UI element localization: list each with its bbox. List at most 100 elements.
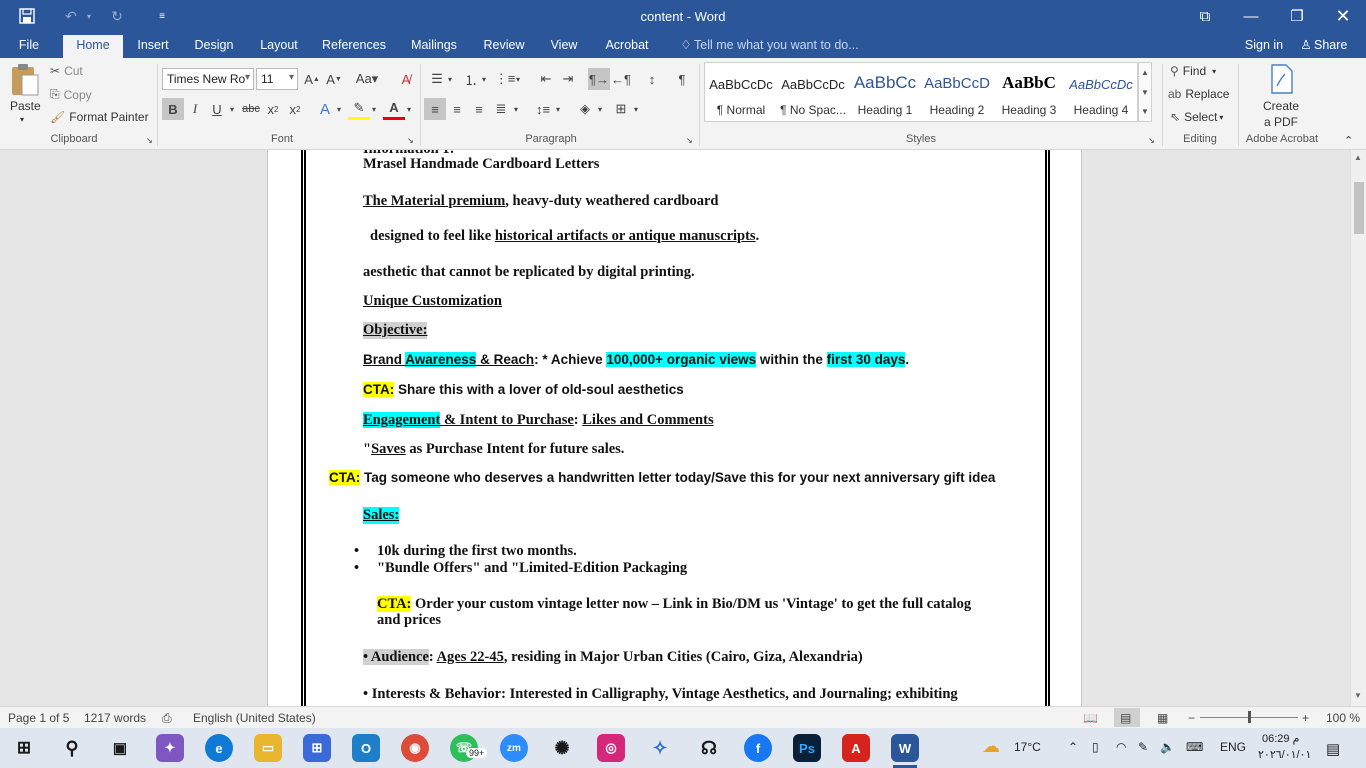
multilevel-dropdown-icon[interactable]: ▾ (512, 68, 524, 90)
scroll-down-icon[interactable]: ▼ (1354, 691, 1362, 700)
ribbon-display-options-icon[interactable]: ⧉ (1182, 0, 1228, 32)
web-layout-icon[interactable]: ▦ (1157, 711, 1168, 725)
speaker-icon[interactable]: 🔈 (1160, 740, 1175, 754)
start-icon[interactable]: ⊞ (10, 734, 38, 762)
acrobat-icon[interactable]: A (842, 734, 870, 762)
zoom-slider[interactable] (1200, 711, 1298, 723)
weather-icon[interactable]: ☁ (982, 736, 1000, 757)
find-button[interactable]: ⚲ Find ▾ (1170, 64, 1216, 78)
chatgpt-icon[interactable]: ✺ (548, 734, 576, 762)
keyboard-icon[interactable]: ⌨ (1186, 740, 1203, 754)
tab-home[interactable]: Home (63, 35, 123, 58)
tab-references[interactable]: References (318, 36, 390, 58)
tab-insert[interactable]: Insert (130, 36, 176, 58)
borders-dropdown-icon[interactable]: ▾ (630, 98, 642, 120)
tell-me-box[interactable]: Tell me what you want to do... (694, 36, 859, 58)
justify-dropdown-icon[interactable]: ▾ (510, 98, 522, 120)
paragraph-launcher-icon[interactable]: ↘ (686, 136, 693, 145)
align-center-icon[interactable]: ≡ (446, 98, 468, 120)
underline-icon[interactable]: U (206, 98, 228, 120)
facebook-icon[interactable]: f (744, 734, 772, 762)
zoom-slider-thumb[interactable] (1248, 711, 1251, 723)
highlight-dropdown-icon[interactable]: ▾ (368, 98, 380, 120)
paste-button[interactable]: Paste (10, 99, 41, 113)
font-name-combo[interactable]: Times New Ro (162, 68, 254, 90)
zoom-in-icon[interactable]: + (1302, 711, 1309, 725)
save-icon[interactable] (16, 0, 38, 32)
line-spacing-dropdown-icon[interactable]: ▾ (552, 98, 564, 120)
customize-qat-icon[interactable]: ≡ (154, 0, 170, 32)
tab-design[interactable]: Design (188, 36, 240, 58)
undo-dropdown-icon[interactable]: ▾ (84, 0, 94, 32)
create-pdf-label-1[interactable]: Create (1250, 99, 1312, 113)
input-language[interactable]: ENG (1220, 740, 1246, 754)
paste-icon[interactable] (8, 62, 42, 98)
styles-launcher-icon[interactable]: ↘ (1148, 136, 1155, 145)
sort-icon[interactable]: ↕ (641, 68, 663, 90)
word-icon[interactable]: W (891, 734, 919, 762)
text-effects-dropdown-icon[interactable]: ▾ (333, 98, 345, 120)
font-color-icon[interactable]: A (383, 98, 405, 120)
scroll-thumb[interactable] (1354, 182, 1364, 234)
tab-review[interactable]: Review (478, 36, 530, 58)
restore-button[interactable]: ❐ (1274, 0, 1320, 32)
format-painter-button[interactable]: 🖌 Format Painter (50, 110, 149, 124)
gemini-icon[interactable]: ✧ (646, 734, 674, 762)
style-heading-2[interactable]: AaBbCcD Heading 2 (921, 63, 993, 121)
clipboard-launcher-icon[interactable]: ↘ (146, 136, 153, 145)
align-right-icon[interactable]: ≡ (468, 98, 490, 120)
clear-formatting-icon[interactable]: A̸ (395, 68, 417, 90)
style-no-spacing[interactable]: AaBbCcDc ¶ No Spac... (777, 63, 849, 121)
styles-gallery-scroll[interactable]: ▲ ▼ ▼ (1138, 62, 1152, 122)
tab-file[interactable]: File (8, 36, 50, 58)
word-count[interactable]: 1217 words (84, 711, 146, 725)
minimize-button[interactable]: — (1228, 0, 1274, 32)
borders-icon[interactable]: ⊞ (610, 98, 632, 120)
notifications-icon[interactable]: ▤ (1326, 740, 1340, 758)
podcast-icon[interactable]: ☊ (695, 734, 723, 762)
sign-in-link[interactable]: Sign in (1240, 36, 1288, 58)
strikethrough-icon[interactable]: abc (240, 98, 262, 120)
paste-dropdown-icon[interactable]: ▾ (20, 115, 24, 124)
chrome-icon[interactable]: ◉ (401, 734, 429, 762)
outlook-icon[interactable]: O (352, 734, 380, 762)
tab-acrobat[interactable]: Acrobat (598, 36, 656, 58)
task-view-icon[interactable]: ▣ (106, 734, 134, 762)
store-icon[interactable]: ⊞ (303, 734, 331, 762)
rtl-text-icon[interactable]: ←¶ (610, 68, 632, 90)
share-button[interactable]: Share (1314, 36, 1354, 58)
tab-view[interactable]: View (544, 36, 584, 58)
close-button[interactable]: ✕ (1320, 0, 1366, 32)
change-case-icon[interactable]: Aa▾ (352, 68, 382, 90)
style-heading-3[interactable]: AaBbC Heading 3 (993, 63, 1065, 121)
ltr-text-icon[interactable]: ¶→ (588, 68, 610, 90)
read-mode-icon[interactable]: 📖 (1083, 711, 1098, 725)
show-formatting-marks-icon[interactable]: ¶ (671, 68, 693, 90)
cut-button[interactable]: ✂ Cut (50, 64, 83, 78)
document-page[interactable]: Information 1: Mrasel Handmade Cardboard… (267, 150, 1082, 706)
zoom-out-icon[interactable]: − (1188, 711, 1195, 725)
battery-icon[interactable]: ▯ (1092, 740, 1099, 754)
create-pdf-label-2[interactable]: a PDF (1250, 115, 1312, 129)
search-icon[interactable]: ⚲ (58, 734, 86, 762)
chevron-down-icon[interactable]: ▼ (1139, 83, 1151, 103)
decrease-indent-icon[interactable]: ⇤ (535, 68, 557, 90)
italic-icon[interactable]: I (184, 98, 206, 120)
justify-icon[interactable]: ≣ (490, 98, 512, 120)
align-left-icon[interactable]: ≡ (424, 98, 446, 120)
instagram-icon[interactable]: ◎ (597, 734, 625, 762)
undo-icon[interactable]: ↶ (60, 0, 82, 32)
line-spacing-icon[interactable]: ↕≡ (532, 98, 554, 120)
shading-dropdown-icon[interactable]: ▾ (594, 98, 606, 120)
bold-icon[interactable]: B (162, 98, 184, 120)
language-indicator[interactable]: English (United States) (193, 711, 316, 725)
highlight-icon[interactable]: ✎ (348, 98, 370, 120)
numbering-dropdown-icon[interactable]: ▾ (478, 68, 490, 90)
bullets-dropdown-icon[interactable]: ▾ (444, 68, 456, 90)
clock-time[interactable]: 06:29 م (1262, 732, 1299, 745)
superscript-icon[interactable]: x2 (284, 98, 306, 120)
chevron-up-icon[interactable]: ▲ (1139, 63, 1151, 83)
font-color-dropdown-icon[interactable]: ▾ (403, 98, 415, 120)
increase-indent-icon[interactable]: ⇥ (557, 68, 579, 90)
style-heading-1[interactable]: AaBbCc Heading 1 (849, 63, 921, 121)
